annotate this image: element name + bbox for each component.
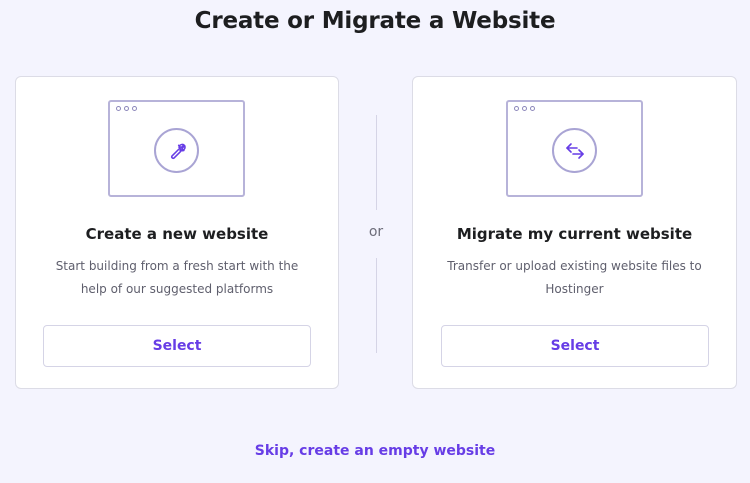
migrate-website-card[interactable]: Migrate my current website Transfer or u… [412, 76, 737, 389]
window-dot [132, 106, 137, 111]
window-dots [514, 106, 535, 111]
page-title: Create or Migrate a Website [194, 8, 556, 34]
create-select-button[interactable]: Select [43, 325, 311, 367]
wrench-icon [154, 128, 199, 173]
migrate-card-title: Migrate my current website [456, 225, 693, 243]
divider-or-label: or [368, 224, 384, 240]
create-card-title: Create a new website [85, 225, 269, 243]
browser-window-illustration [506, 100, 643, 197]
window-dot [116, 106, 121, 111]
create-website-card[interactable]: Create a new website Start building from… [15, 76, 339, 389]
window-dot [522, 106, 527, 111]
window-dot [514, 106, 519, 111]
window-dot [124, 106, 129, 111]
skip-create-empty-link[interactable]: Skip, create an empty website [0, 443, 750, 459]
transfer-arrows-icon [552, 128, 597, 173]
window-dots [116, 106, 137, 111]
create-card-description: Start building from a fresh start with t… [55, 259, 299, 296]
divider-line-top [376, 115, 377, 210]
window-dot [530, 106, 535, 111]
divider-line-bottom [376, 258, 377, 353]
migrate-select-button[interactable]: Select [441, 325, 709, 367]
migrate-card-description: Transfer or upload existing website file… [447, 259, 702, 296]
browser-window-illustration [108, 100, 245, 197]
